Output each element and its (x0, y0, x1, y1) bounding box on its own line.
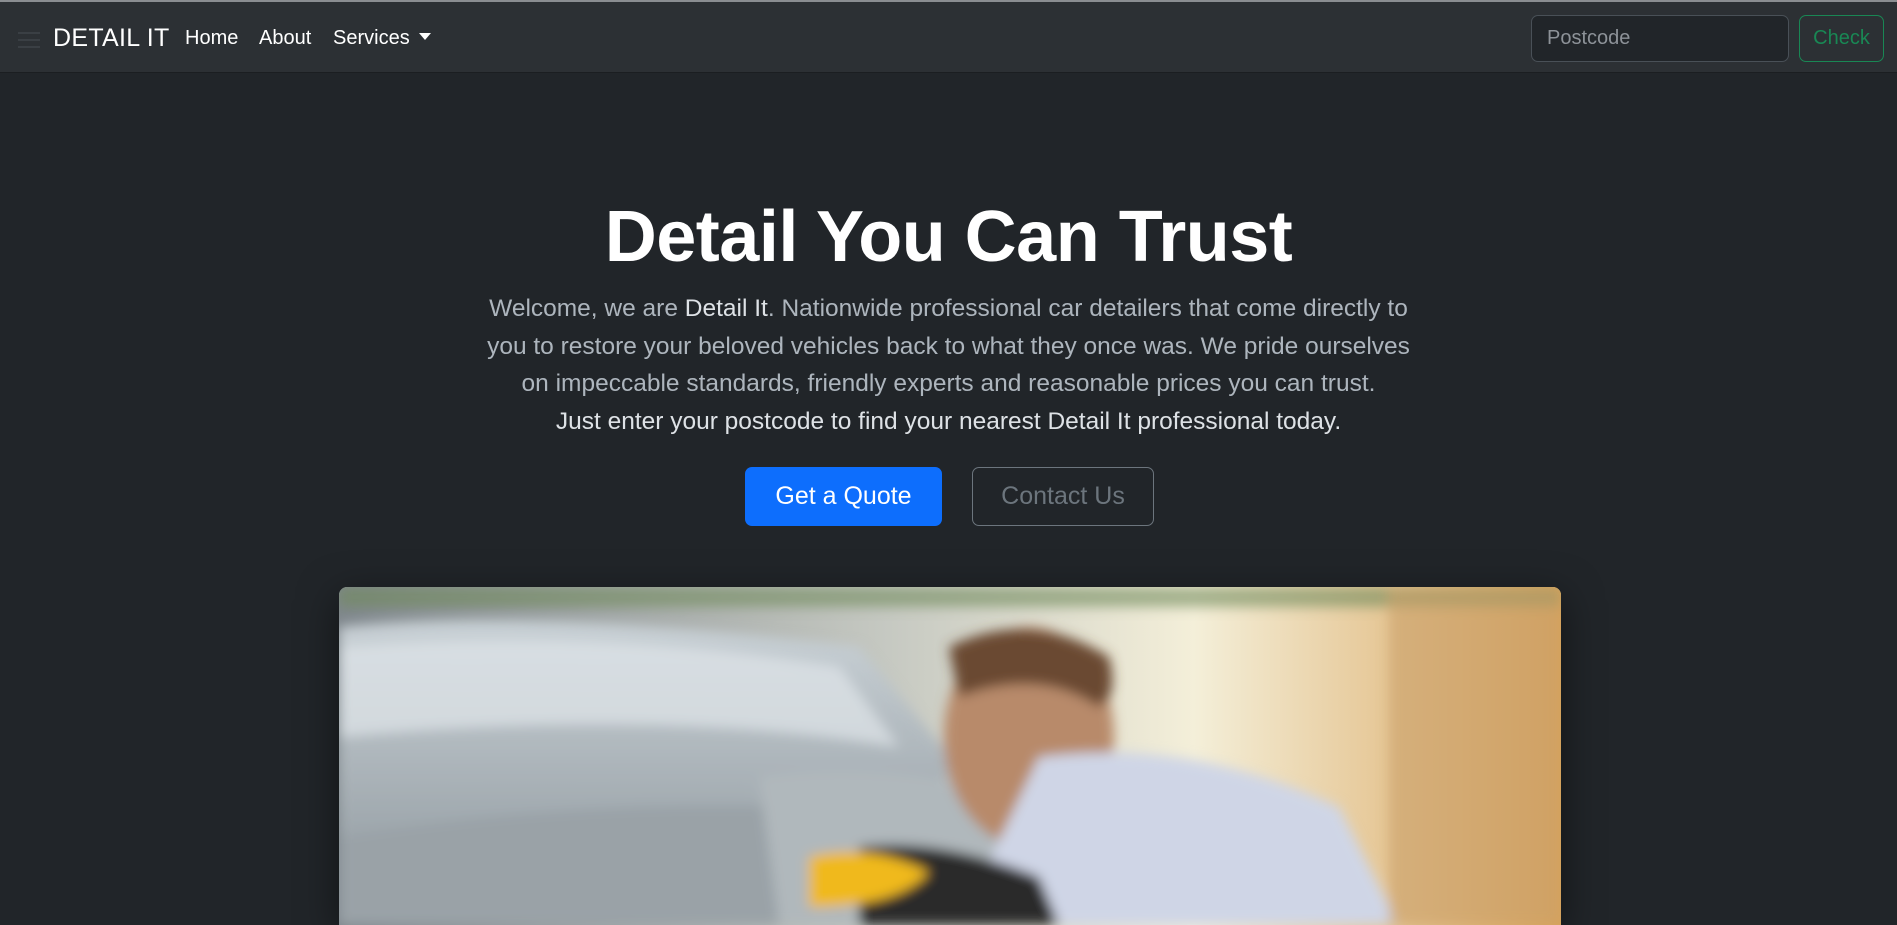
caret-down-icon (418, 33, 431, 40)
top-navbar: DETAIL IT Home About Services Check (0, 2, 1897, 73)
hamburger-icon[interactable] (18, 32, 40, 48)
nav-about[interactable]: About (259, 27, 311, 50)
hero-cta-line: Just enter your postcode to find your ne… (555, 407, 1342, 435)
nav-home[interactable]: Home (185, 27, 238, 50)
hero-photo-illustration (339, 587, 1561, 925)
get-quote-button[interactable]: Get a Quote (745, 467, 942, 526)
contact-us-button[interactable]: Contact Us (972, 467, 1154, 526)
nav-services-dropdown[interactable]: Services (333, 27, 431, 50)
hero-image-car-detailing (339, 587, 1561, 925)
nav-services-label: Services (333, 27, 410, 49)
check-button[interactable]: Check (1799, 15, 1884, 62)
hero-intro-brand: Detail It (684, 295, 768, 322)
hero-title: Detail You Can Trust (604, 197, 1293, 277)
postcode-input[interactable] (1531, 15, 1789, 62)
hero-description: Welcome, we are Detail It. Nationwide pr… (480, 290, 1417, 440)
brand-logo[interactable]: DETAIL IT (53, 24, 170, 53)
hero-intro-before: Welcome, we are (489, 295, 685, 322)
